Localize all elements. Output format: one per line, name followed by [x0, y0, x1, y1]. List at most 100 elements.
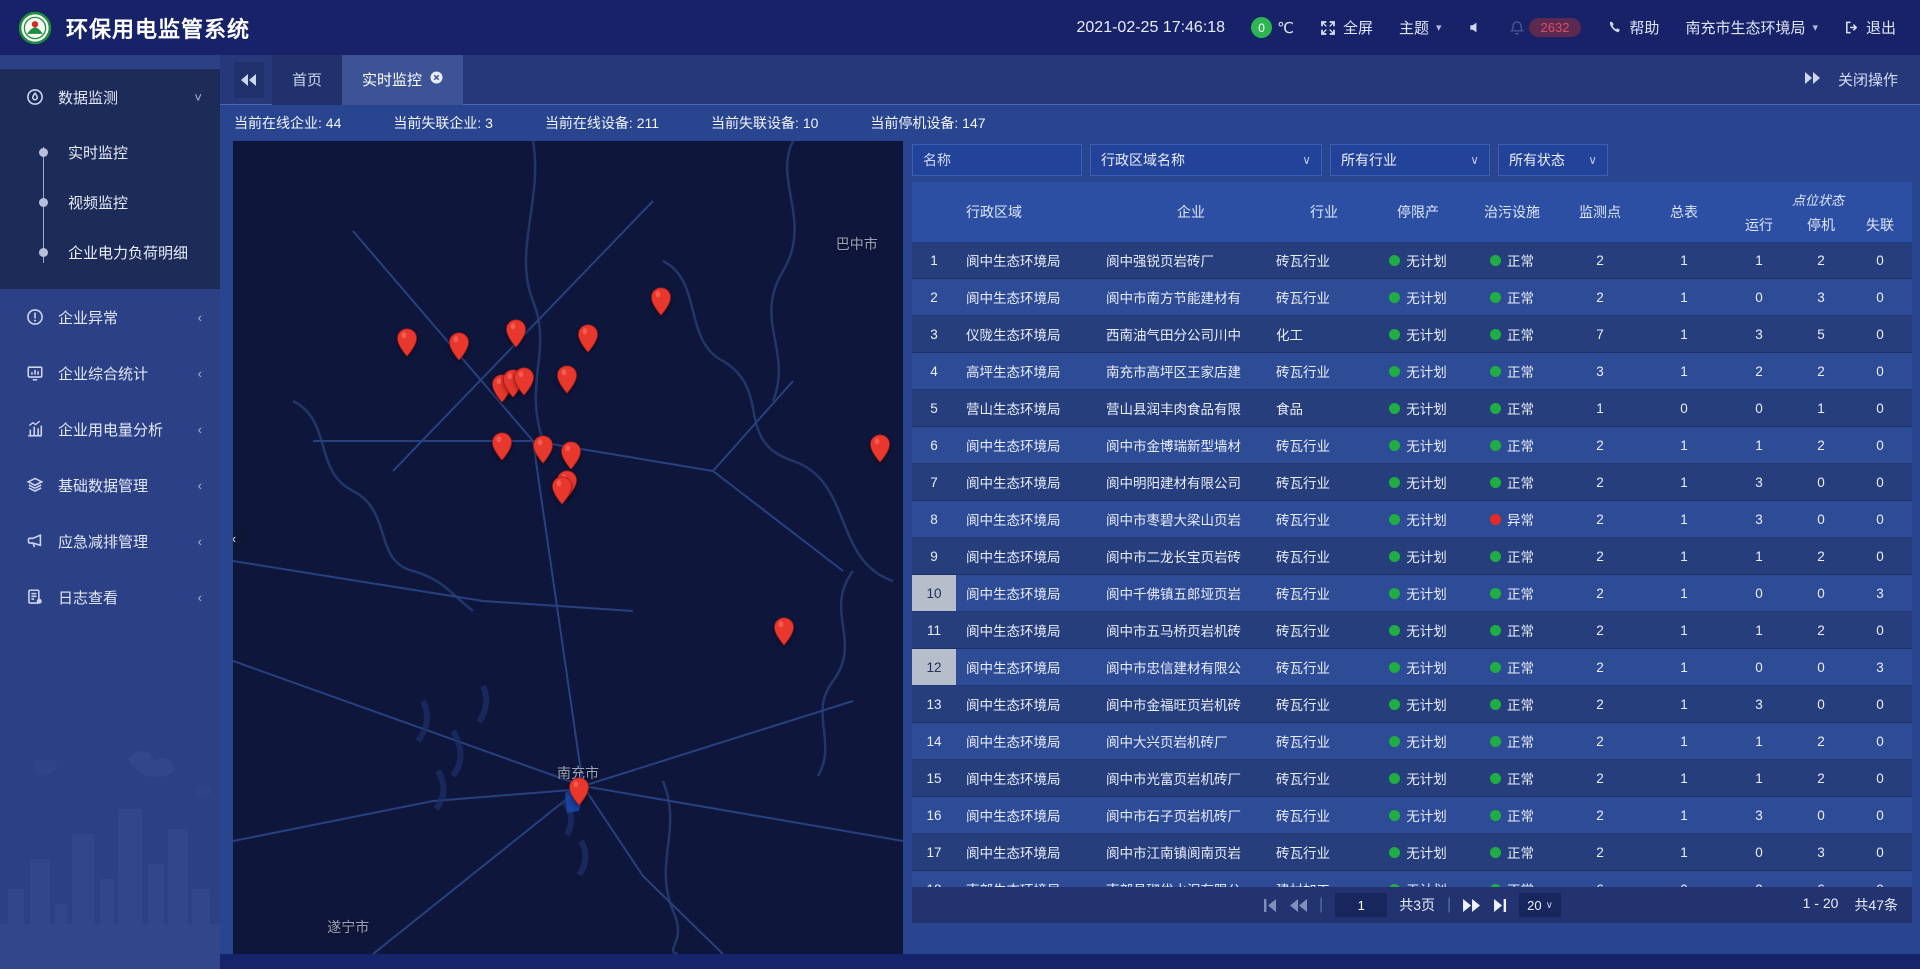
- map-marker-pin[interactable]: [448, 332, 470, 361]
- map-marker-pin[interactable]: [505, 319, 527, 348]
- map-marker-pin[interactable]: [551, 476, 573, 505]
- table-row[interactable]: 13阆中生态环境局阆中市金福旺页岩机砖砖瓦行业无计划正常21300: [912, 686, 1912, 723]
- map-city-label-巴中市: 巴中市: [836, 234, 878, 254]
- map-marker-pin[interactable]: [491, 432, 513, 461]
- cell-running: 2: [1728, 353, 1790, 389]
- table-body: 1阆中生态环境局阆中强锐页岩砖厂砖瓦行业无计划正常211202阆中生态环境局阆中…: [912, 242, 1912, 887]
- close-operations-button[interactable]: 关闭操作: [1838, 69, 1898, 90]
- cell-region: 阆中生态环境局: [956, 760, 1106, 796]
- sidebar-item-企业综合统计[interactable]: 企业综合统计‹: [0, 345, 220, 401]
- map-marker-pin[interactable]: [556, 365, 578, 394]
- pagination-next-button[interactable]: [1463, 899, 1480, 912]
- column-header-region: 行政区域: [956, 182, 1106, 242]
- tabs-scroll-left-button[interactable]: [234, 62, 264, 98]
- speaker-button[interactable]: [1468, 20, 1483, 35]
- facility-text: 正常: [1507, 842, 1534, 862]
- table-row[interactable]: 4高坪生态环境局南充市高坪区王家店建砖瓦行业无计划正常31220: [912, 353, 1912, 390]
- tab-label: 首页: [292, 69, 322, 90]
- prev-page-icon: [1290, 899, 1307, 912]
- nav-group: 基础数据管理‹: [0, 457, 220, 513]
- cell-production-limit: 无计划: [1372, 464, 1464, 500]
- pagination-page-input[interactable]: [1335, 893, 1387, 917]
- fullscreen-button[interactable]: 全屏: [1320, 17, 1373, 38]
- map-marker-pin[interactable]: [396, 328, 418, 357]
- sidebar-subitem-企业电力负荷明细[interactable]: 企业电力负荷明细: [0, 227, 220, 277]
- cell-region: 阆中生态环境局: [956, 464, 1106, 500]
- sidebar-item-日志查看[interactable]: 日志查看‹: [0, 569, 220, 625]
- table-row[interactable]: 11阆中生态环境局阆中市五马桥页岩机砖砖瓦行业无计划正常21120: [912, 612, 1912, 649]
- tab-close-icon[interactable]: [430, 71, 443, 88]
- map-marker-pin[interactable]: [577, 324, 599, 353]
- map-marker-pin[interactable]: [568, 777, 590, 806]
- table-row[interactable]: 8阆中生态环境局阆中市枣碧大梁山页岩砖瓦行业无计划异常21300: [912, 501, 1912, 538]
- table-row[interactable]: 1阆中生态环境局阆中强锐页岩砖厂砖瓦行业无计划正常21120: [912, 242, 1912, 279]
- map-marker-pin[interactable]: [773, 617, 795, 646]
- map-marker-pin[interactable]: [869, 434, 891, 463]
- region-filter-select[interactable]: 行政区域名称∨: [1090, 144, 1322, 176]
- pagination-first-button[interactable]: [1263, 899, 1278, 912]
- tab-首页[interactable]: 首页: [272, 55, 342, 105]
- table-row[interactable]: 3仪陇生态环境局西南油气田分公司川中化工无计划正常71350: [912, 316, 1912, 353]
- cell-monitor-points: 2: [1560, 760, 1640, 796]
- double-left-arrow-icon: [241, 74, 257, 86]
- sidebar-item-基础数据管理[interactable]: 基础数据管理‹: [0, 457, 220, 513]
- cell-company: 阆中市忠信建材有限公: [1106, 649, 1276, 685]
- table-row[interactable]: 7阆中生态环境局阆中明阳建材有限公司砖瓦行业无计划正常21300: [912, 464, 1912, 501]
- workspace: 巴中市南充市遂宁市 ‹ 行政区域名称∨ 所有行业∨ 所有状态∨ 行政区域 企业: [220, 141, 1920, 954]
- tab-实时监控[interactable]: 实时监控: [342, 55, 463, 105]
- table-row[interactable]: 6阆中生态环境局阆中市金博瑞新型墙材砖瓦行业无计划正常21120: [912, 427, 1912, 464]
- notifications-button[interactable]: 2632: [1509, 18, 1582, 37]
- status-dot-green: [1389, 810, 1400, 821]
- divider: |: [1319, 896, 1323, 914]
- table-row[interactable]: 15阆中生态环境局阆中市光富页岩机砖厂砖瓦行业无计划正常21120: [912, 760, 1912, 797]
- first-page-icon: [1263, 899, 1278, 912]
- sidebar-item-数据监测[interactable]: 数据监测˅: [0, 69, 220, 125]
- table-row[interactable]: 18南部生态环境局南部县砌优水泥有限公建材加工无计划正常60060: [912, 871, 1912, 887]
- status-dot-green: [1490, 773, 1501, 784]
- sidebar-item-应急减排管理[interactable]: 应急减排管理‹: [0, 513, 220, 569]
- pagination-last-button[interactable]: [1492, 899, 1507, 912]
- table-row[interactable]: 12阆中生态环境局阆中市忠信建材有限公砖瓦行业无计划正常21003: [912, 649, 1912, 686]
- table-row[interactable]: 10阆中生态环境局阆中千佛镇五郎垭页岩砖瓦行业无计划正常21003: [912, 575, 1912, 612]
- table-row[interactable]: 5营山生态环境局营山县润丰肉食品有限食品无计划正常10010: [912, 390, 1912, 427]
- table-row[interactable]: 14阆中生态环境局阆中大兴页岩机砖厂砖瓦行业无计划正常21120: [912, 723, 1912, 760]
- alert-circle-icon: [26, 308, 44, 326]
- pagination-prev-button[interactable]: [1290, 899, 1307, 912]
- theme-dropdown[interactable]: 主题▾: [1399, 17, 1442, 38]
- cell-offline: 0: [1852, 612, 1908, 648]
- table-row[interactable]: 2阆中生态环境局阆中市南方节能建材有砖瓦行业无计划正常21030: [912, 279, 1912, 316]
- sidebar-item-label: 企业综合统计: [58, 363, 198, 384]
- brand: 环保用电监管系统: [18, 11, 250, 45]
- table-row[interactable]: 16阆中生态环境局阆中市石子页岩机砖厂砖瓦行业无计划正常21300: [912, 797, 1912, 834]
- sidebar-subitem-视频监控[interactable]: 视频监控: [0, 177, 220, 227]
- name-filter-input[interactable]: [912, 144, 1082, 176]
- industry-filter-select[interactable]: 所有行业∨: [1330, 144, 1490, 176]
- cell-stopped: 6: [1790, 871, 1852, 887]
- table-row[interactable]: 17阆中生态环境局阆中市江南镇阆南页岩砖瓦行业无计划正常21030: [912, 834, 1912, 871]
- main-content: 首页实时监控 关闭操作 当前在线企业: 44当前失联企业: 3当前在线设备: 2…: [220, 55, 1920, 969]
- cell-offline: 0: [1852, 242, 1908, 278]
- divider: |: [1447, 896, 1451, 914]
- tabs-scroll-right-button[interactable]: [1804, 71, 1820, 89]
- cell-industry: 砖瓦行业: [1276, 242, 1372, 278]
- cell-stopped: 0: [1790, 575, 1852, 611]
- exit-button[interactable]: 退出: [1844, 17, 1896, 38]
- help-button[interactable]: 帮助: [1607, 17, 1659, 38]
- map-marker-pin[interactable]: [513, 367, 535, 396]
- sidebar-subitem-实时监控[interactable]: 实时监控: [0, 127, 220, 177]
- page-size-select[interactable]: 20 ∨: [1519, 893, 1561, 917]
- map-marker-pin[interactable]: [650, 287, 672, 316]
- cell-total-meters: 1: [1640, 501, 1728, 537]
- map[interactable]: 巴中市南充市遂宁市 ‹: [233, 141, 903, 954]
- org-dropdown[interactable]: 南充市生态环境局▾: [1685, 17, 1818, 38]
- sidebar-item-label: 企业用电量分析: [58, 419, 198, 440]
- map-marker-pin[interactable]: [532, 435, 554, 464]
- map-marker-pin[interactable]: [560, 441, 582, 470]
- table-row[interactable]: 9阆中生态环境局阆中市二龙长宝页岩砖砖瓦行业无计划正常21120: [912, 538, 1912, 575]
- sidebar-item-企业用电量分析[interactable]: 企业用电量分析‹: [0, 401, 220, 457]
- cell-stopped: 2: [1790, 242, 1852, 278]
- chevron-left-icon: ‹: [198, 534, 202, 549]
- status-filter-select[interactable]: 所有状态∨: [1498, 144, 1608, 176]
- cell-running: 3: [1728, 797, 1790, 833]
- sidebar-item-企业异常[interactable]: 企业异常‹: [0, 289, 220, 345]
